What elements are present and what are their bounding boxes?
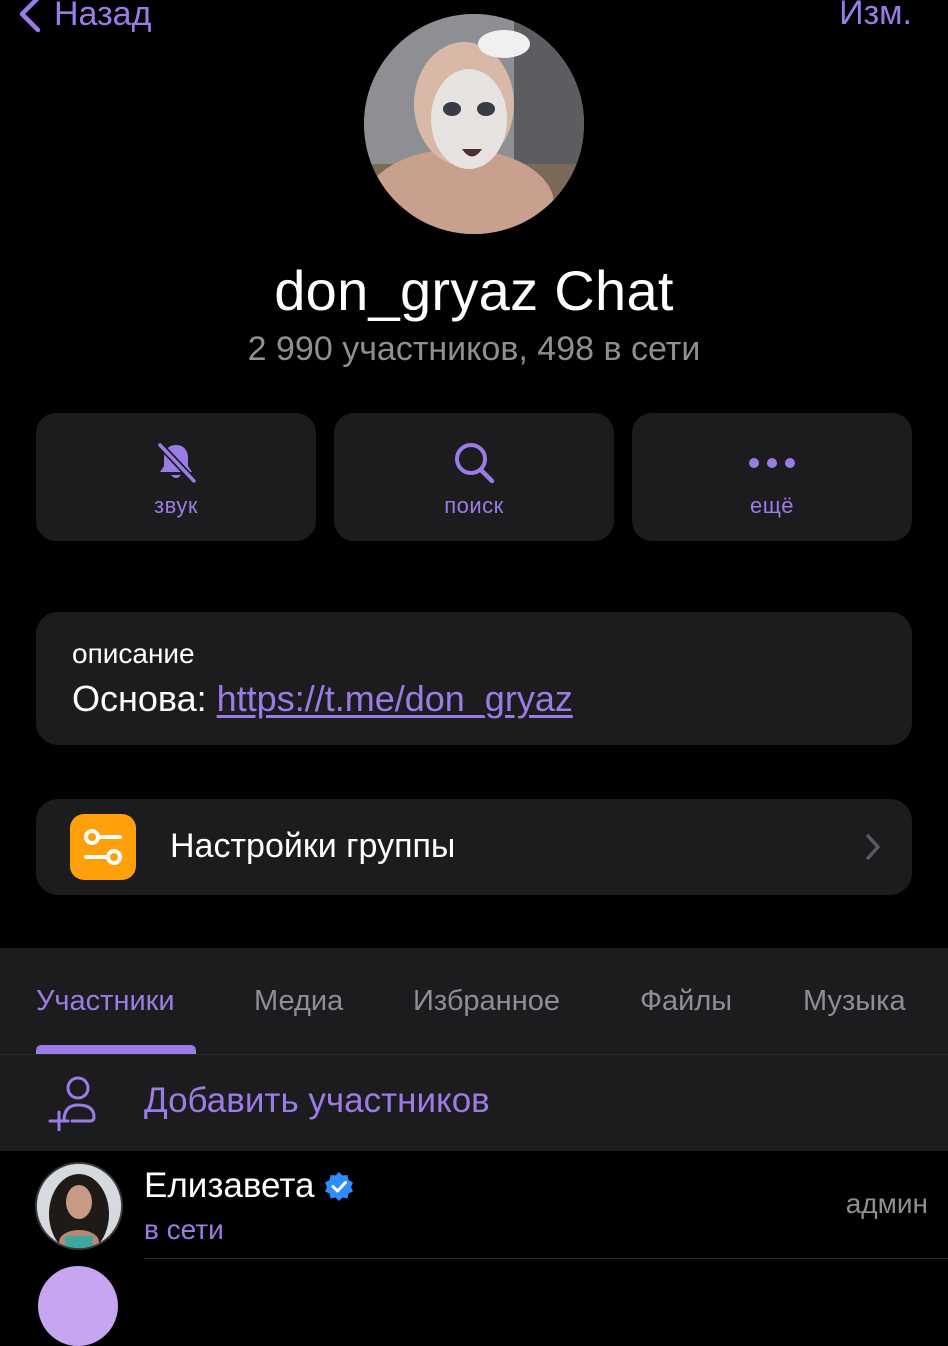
chevron-right-icon	[866, 834, 880, 860]
tab-bar: Участники Медиа Избранное Файлы Музыка	[0, 948, 948, 1054]
avatar	[38, 1266, 118, 1346]
bell-slash-icon	[156, 441, 198, 485]
tab-media[interactable]: Медиа	[254, 985, 343, 1018]
chat-title: don_gryaz Chat	[274, 259, 674, 322]
member-role: админ	[845, 1188, 928, 1219]
divider	[144, 1258, 948, 1259]
more-label: ещё	[749, 493, 795, 518]
more-button[interactable]: ещё	[632, 413, 912, 541]
active-tab-indicator	[36, 1045, 196, 1054]
add-members-button[interactable]: Добавить участников	[0, 1055, 948, 1151]
description-link[interactable]: https://t.me/don_gryaz	[217, 678, 573, 719]
avatar	[35, 1162, 123, 1250]
tab-music[interactable]: Музыка	[803, 985, 906, 1018]
group-avatar[interactable]	[364, 14, 584, 234]
mute-button[interactable]: звук	[36, 413, 316, 541]
edit-button[interactable]: Изм.	[839, 0, 912, 33]
tab-files[interactable]: Файлы	[640, 985, 732, 1018]
group-avatar-image	[364, 14, 584, 234]
add-person-icon	[48, 1076, 96, 1131]
group-settings-row[interactable]: Настройки группы	[36, 799, 912, 895]
verified-badge-icon	[325, 1172, 354, 1201]
group-settings-label: Настройки группы	[170, 827, 456, 865]
description-key: описание	[72, 638, 195, 669]
back-button[interactable]: Назад	[14, 0, 151, 34]
sliders-icon	[70, 814, 136, 880]
chat-subtitle: 2 990 участников, 498 в сети	[247, 330, 701, 368]
member-row[interactable]: Елизавета в сети админ	[0, 1152, 948, 1260]
chevron-left-icon	[19, 0, 41, 33]
tab-members[interactable]: Участники	[36, 985, 175, 1018]
more-dots-icon	[749, 458, 795, 468]
search-label: поиск	[444, 493, 504, 518]
tab-favorites[interactable]: Избранное	[413, 985, 560, 1018]
description-card: описание Основа: https://t.me/don_gryaz	[36, 612, 912, 745]
description-prefix: Основа:	[72, 678, 217, 719]
member-name-text: Елизавета	[144, 1166, 315, 1205]
description-value: Основа: https://t.me/don_gryaz	[72, 678, 573, 720]
member-name: Елизавета	[144, 1166, 354, 1206]
member-status: в сети	[144, 1214, 224, 1245]
search-icon	[455, 443, 495, 484]
back-label: Назад	[54, 0, 152, 33]
add-members-label: Добавить участников	[144, 1081, 490, 1120]
search-button[interactable]: поиск	[334, 413, 614, 541]
mute-label: звук	[154, 493, 198, 518]
